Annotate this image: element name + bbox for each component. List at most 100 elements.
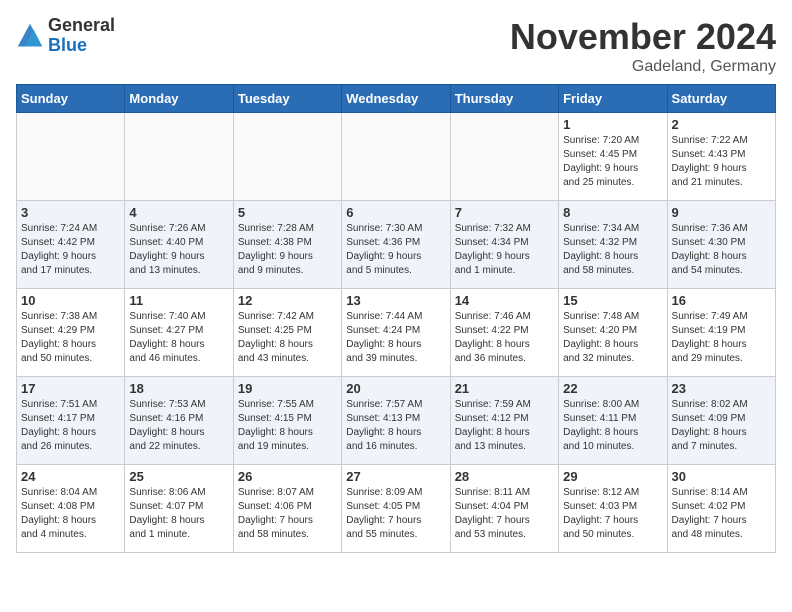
day-info: Sunrise: 7:24 AM Sunset: 4:42 PM Dayligh… [21, 222, 120, 278]
day-info: Sunrise: 7:48 AM Sunset: 4:20 PM Dayligh… [563, 310, 662, 366]
month-title: November 2024 [510, 16, 776, 58]
weekday-header-friday: Friday [559, 85, 667, 113]
calendar-cell: 18 Sunrise: 7:53 AM Sunset: 4:16 PM Dayli… [125, 377, 233, 465]
day-info: Sunrise: 7:49 AM Sunset: 4:19 PM Dayligh… [672, 310, 771, 366]
calendar-week-row: 1 Sunrise: 7:20 AM Sunset: 4:45 PM Daylig… [17, 113, 776, 201]
calendar-cell: 1 Sunrise: 7:20 AM Sunset: 4:45 PM Daylig… [559, 113, 667, 201]
day-number: 4 [129, 205, 228, 220]
day-info: Sunrise: 7:46 AM Sunset: 4:22 PM Dayligh… [455, 310, 554, 366]
day-number: 28 [455, 469, 554, 484]
day-number: 22 [563, 381, 662, 396]
calendar-week-row: 17 Sunrise: 7:51 AM Sunset: 4:17 PM Dayli… [17, 377, 776, 465]
day-info: Sunrise: 7:34 AM Sunset: 4:32 PM Dayligh… [563, 222, 662, 278]
calendar-cell: 22 Sunrise: 8:00 AM Sunset: 4:11 PM Dayli… [559, 377, 667, 465]
calendar-cell: 6 Sunrise: 7:30 AM Sunset: 4:36 PM Daylig… [342, 201, 450, 289]
day-info: Sunrise: 7:26 AM Sunset: 4:40 PM Dayligh… [129, 222, 228, 278]
weekday-header-sunday: Sunday [17, 85, 125, 113]
calendar-cell: 16 Sunrise: 7:49 AM Sunset: 4:19 PM Dayli… [667, 289, 775, 377]
day-number: 5 [238, 205, 337, 220]
day-number: 19 [238, 381, 337, 396]
day-number: 6 [346, 205, 445, 220]
calendar-cell [125, 113, 233, 201]
day-info: Sunrise: 8:04 AM Sunset: 4:08 PM Dayligh… [21, 486, 120, 542]
day-info: Sunrise: 7:44 AM Sunset: 4:24 PM Dayligh… [346, 310, 445, 366]
day-info: Sunrise: 7:55 AM Sunset: 4:15 PM Dayligh… [238, 398, 337, 454]
day-info: Sunrise: 7:40 AM Sunset: 4:27 PM Dayligh… [129, 310, 228, 366]
day-number: 30 [672, 469, 771, 484]
day-info: Sunrise: 7:59 AM Sunset: 4:12 PM Dayligh… [455, 398, 554, 454]
day-number: 8 [563, 205, 662, 220]
header: General Blue November 2024 Gadeland, Ger… [16, 16, 776, 76]
weekday-header-tuesday: Tuesday [233, 85, 341, 113]
logo-blue: Blue [48, 36, 115, 56]
calendar-cell: 29 Sunrise: 8:12 AM Sunset: 4:03 PM Dayli… [559, 465, 667, 553]
calendar-cell: 30Sunrise: 8:14 AM Sunset: 4:02 PM Dayli… [667, 465, 775, 553]
calendar-cell: 23Sunrise: 8:02 AM Sunset: 4:09 PM Dayli… [667, 377, 775, 465]
calendar-cell [233, 113, 341, 201]
calendar-cell: 8 Sunrise: 7:34 AM Sunset: 4:32 PM Daylig… [559, 201, 667, 289]
calendar-week-row: 10Sunrise: 7:38 AM Sunset: 4:29 PM Dayli… [17, 289, 776, 377]
day-info: Sunrise: 8:02 AM Sunset: 4:09 PM Dayligh… [672, 398, 771, 454]
calendar-cell: 3 Sunrise: 7:24 AM Sunset: 4:42 PM Daylig… [17, 201, 125, 289]
day-info: Sunrise: 8:06 AM Sunset: 4:07 PM Dayligh… [129, 486, 228, 542]
day-number: 21 [455, 381, 554, 396]
calendar-cell: 7 Sunrise: 7:32 AM Sunset: 4:34 PM Daylig… [450, 201, 558, 289]
calendar-cell: 10Sunrise: 7:38 AM Sunset: 4:29 PM Dayli… [17, 289, 125, 377]
day-info: Sunrise: 8:07 AM Sunset: 4:06 PM Dayligh… [238, 486, 337, 542]
weekday-header-thursday: Thursday [450, 85, 558, 113]
day-number: 14 [455, 293, 554, 308]
day-number: 2 [672, 117, 771, 132]
day-info: Sunrise: 7:57 AM Sunset: 4:13 PM Dayligh… [346, 398, 445, 454]
day-number: 29 [563, 469, 662, 484]
day-info: Sunrise: 7:32 AM Sunset: 4:34 PM Dayligh… [455, 222, 554, 278]
day-number: 3 [21, 205, 120, 220]
day-number: 1 [563, 117, 662, 132]
day-info: Sunrise: 7:20 AM Sunset: 4:45 PM Dayligh… [563, 134, 662, 190]
calendar-cell: 28 Sunrise: 8:11 AM Sunset: 4:04 PM Dayli… [450, 465, 558, 553]
calendar-cell: 9 Sunrise: 7:36 AM Sunset: 4:30 PM Daylig… [667, 201, 775, 289]
title-area: November 2024 Gadeland, Germany [510, 16, 776, 76]
calendar-cell: 5 Sunrise: 7:28 AM Sunset: 4:38 PM Daylig… [233, 201, 341, 289]
day-info: Sunrise: 7:51 AM Sunset: 4:17 PM Dayligh… [21, 398, 120, 454]
calendar-cell: 2 Sunrise: 7:22 AM Sunset: 4:43 PM Daylig… [667, 113, 775, 201]
day-info: Sunrise: 7:22 AM Sunset: 4:43 PM Dayligh… [672, 134, 771, 190]
calendar-cell: 21 Sunrise: 7:59 AM Sunset: 4:12 PM Dayli… [450, 377, 558, 465]
calendar-cell: 17 Sunrise: 7:51 AM Sunset: 4:17 PM Dayli… [17, 377, 125, 465]
calendar-cell: 13Sunrise: 7:44 AM Sunset: 4:24 PM Dayli… [342, 289, 450, 377]
calendar-cell: 20 Sunrise: 7:57 AM Sunset: 4:13 PM Dayli… [342, 377, 450, 465]
calendar-week-row: 3 Sunrise: 7:24 AM Sunset: 4:42 PM Daylig… [17, 201, 776, 289]
location-title: Gadeland, Germany [510, 58, 776, 76]
day-number: 20 [346, 381, 445, 396]
day-number: 16 [672, 293, 771, 308]
day-number: 11 [129, 293, 228, 308]
day-number: 18 [129, 381, 228, 396]
calendar-cell: 25 Sunrise: 8:06 AM Sunset: 4:07 PM Dayli… [125, 465, 233, 553]
logo-icon [16, 22, 44, 50]
day-number: 26 [238, 469, 337, 484]
calendar-cell: 15 Sunrise: 7:48 AM Sunset: 4:20 PM Dayli… [559, 289, 667, 377]
day-number: 7 [455, 205, 554, 220]
day-info: Sunrise: 7:28 AM Sunset: 4:38 PM Dayligh… [238, 222, 337, 278]
day-number: 17 [21, 381, 120, 396]
day-number: 24 [21, 469, 120, 484]
weekday-header-row: SundayMondayTuesdayWednesdayThursdayFrid… [17, 85, 776, 113]
day-info: Sunrise: 7:36 AM Sunset: 4:30 PM Dayligh… [672, 222, 771, 278]
day-info: Sunrise: 8:00 AM Sunset: 4:11 PM Dayligh… [563, 398, 662, 454]
calendar-cell: 4 Sunrise: 7:26 AM Sunset: 4:40 PM Daylig… [125, 201, 233, 289]
logo-general: General [48, 16, 115, 36]
day-number: 9 [672, 205, 771, 220]
day-info: Sunrise: 8:11 AM Sunset: 4:04 PM Dayligh… [455, 486, 554, 542]
day-number: 27 [346, 469, 445, 484]
calendar-cell [342, 113, 450, 201]
day-info: Sunrise: 8:12 AM Sunset: 4:03 PM Dayligh… [563, 486, 662, 542]
weekday-header-monday: Monday [125, 85, 233, 113]
day-number: 15 [563, 293, 662, 308]
day-info: Sunrise: 7:30 AM Sunset: 4:36 PM Dayligh… [346, 222, 445, 278]
day-info: Sunrise: 8:09 AM Sunset: 4:05 PM Dayligh… [346, 486, 445, 542]
logo: General Blue [16, 16, 115, 56]
day-number: 25 [129, 469, 228, 484]
day-info: Sunrise: 7:53 AM Sunset: 4:16 PM Dayligh… [129, 398, 228, 454]
weekday-header-wednesday: Wednesday [342, 85, 450, 113]
calendar-cell: 19 Sunrise: 7:55 AM Sunset: 4:15 PM Dayli… [233, 377, 341, 465]
day-info: Sunrise: 7:38 AM Sunset: 4:29 PM Dayligh… [21, 310, 120, 366]
